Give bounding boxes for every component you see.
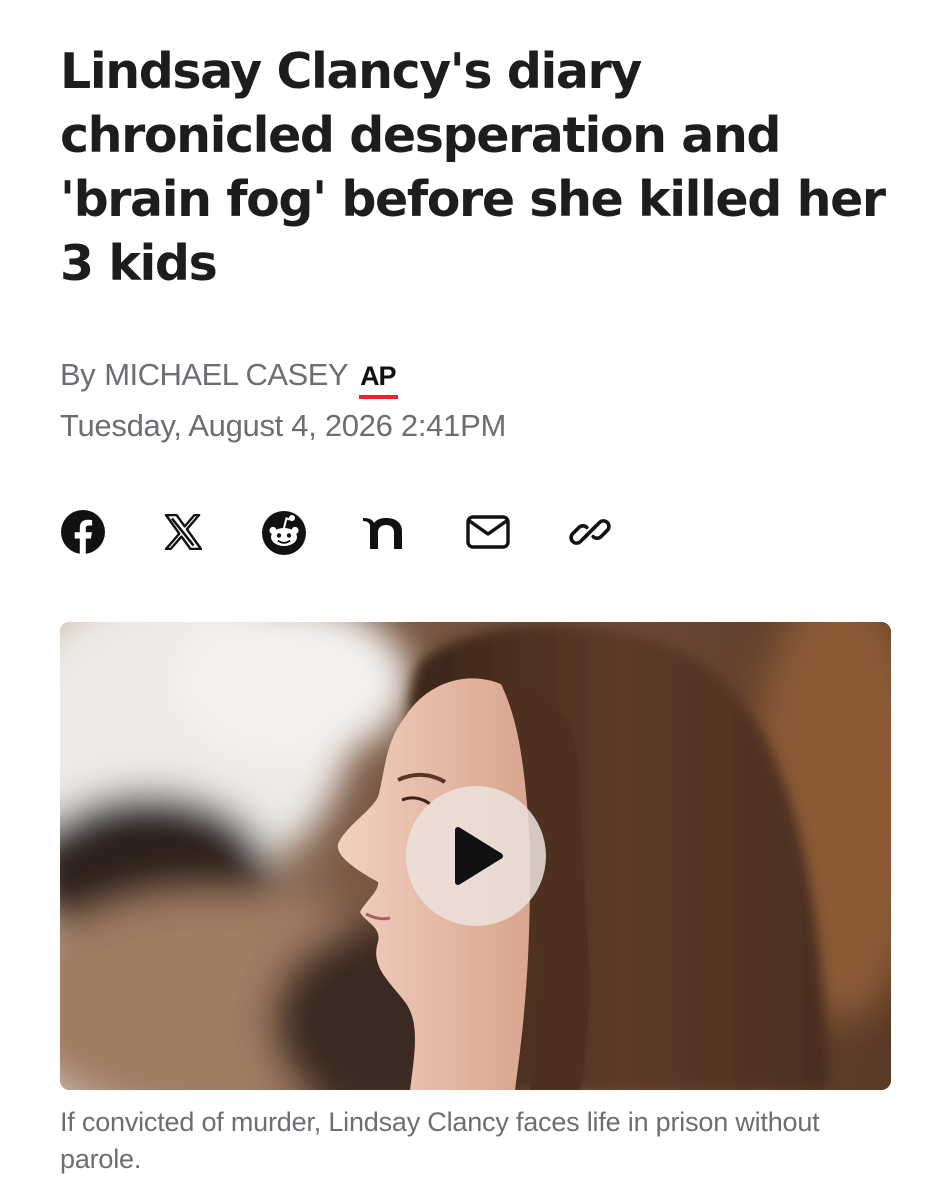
ap-logo[interactable]: AP — [359, 361, 398, 399]
share-email-button[interactable] — [463, 508, 513, 556]
article-headline: Lindsay Clancy's diary chronicled desper… — [60, 43, 886, 292]
image-caption: If convicted of murder, Lindsay Clancy f… — [60, 1107, 820, 1174]
share-facebook-button[interactable] — [58, 508, 108, 556]
x-icon — [164, 514, 202, 550]
facebook-icon — [61, 510, 105, 555]
email-icon — [466, 515, 510, 549]
share-x-button[interactable] — [158, 508, 208, 556]
play-video-button[interactable] — [406, 786, 546, 926]
reddit-icon — [262, 511, 306, 555]
byline: By MICHAEL CASEY AP — [60, 352, 398, 402]
share-nextdoor-button[interactable] — [360, 508, 410, 556]
nextdoor-icon — [363, 518, 402, 549]
byline-prefix: By — [60, 357, 96, 392]
share-bar — [60, 508, 640, 556]
copy-link-button[interactable] — [565, 508, 615, 556]
author-name[interactable]: MICHAEL CASEY — [104, 352, 348, 398]
share-reddit-button[interactable] — [259, 508, 309, 556]
publish-date: Tuesday, August 4, 2026 2:41PM — [60, 408, 506, 443]
link-icon — [569, 519, 611, 545]
play-icon — [455, 827, 503, 885]
